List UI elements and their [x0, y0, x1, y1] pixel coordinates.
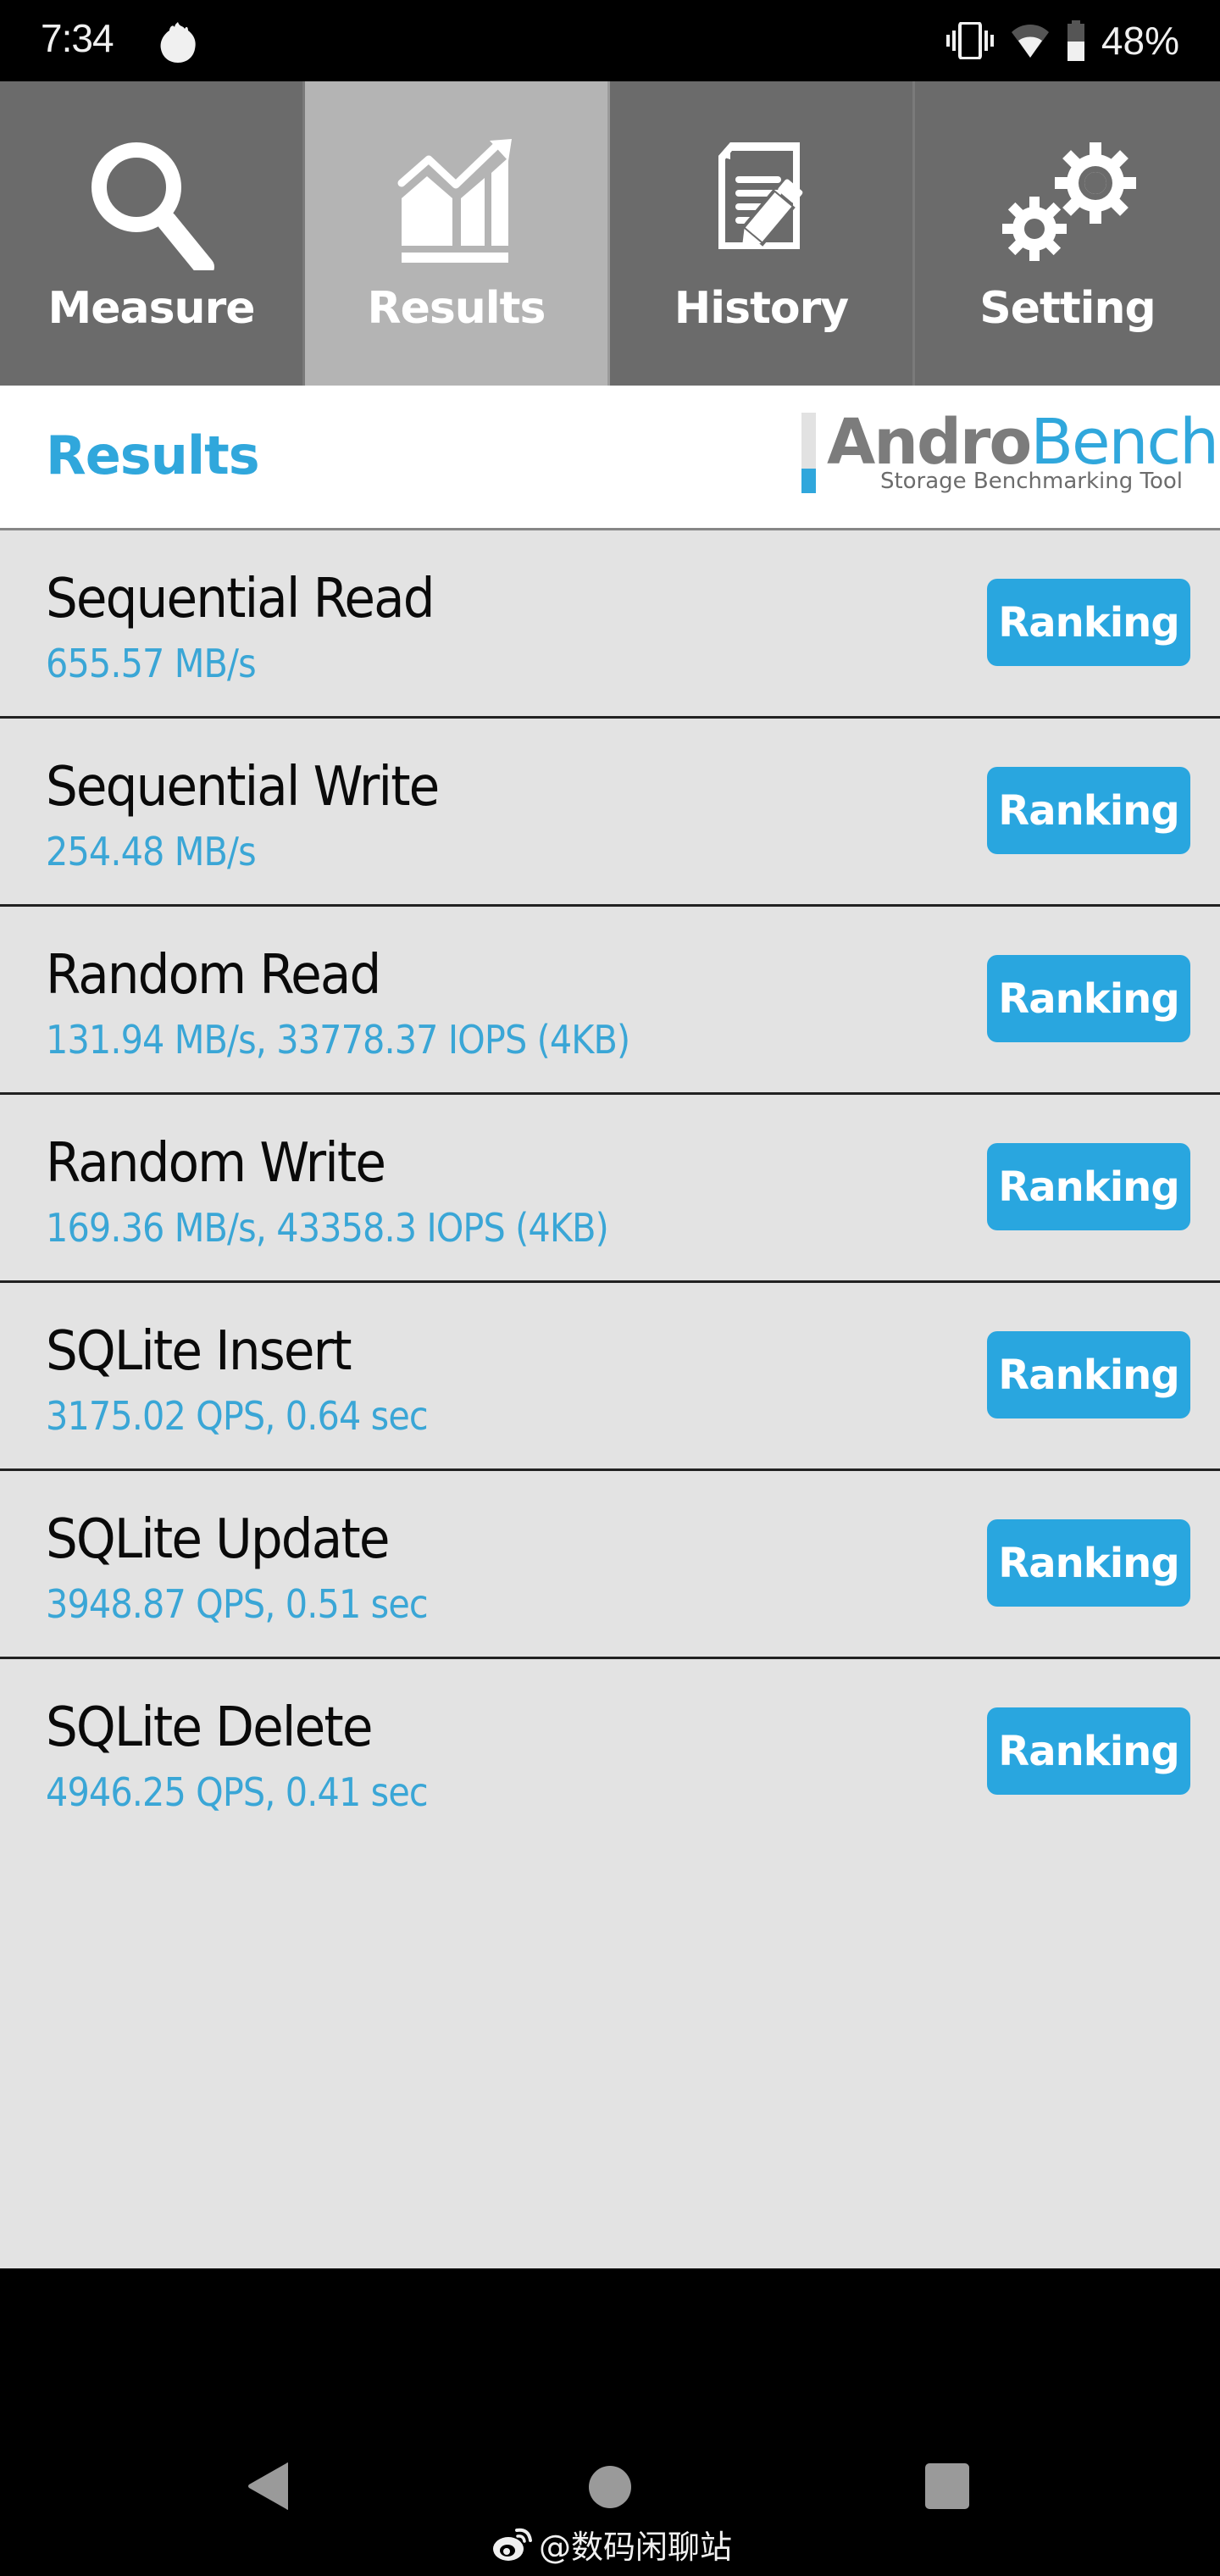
- back-icon[interactable]: [247, 2462, 290, 2511]
- logo-tagline: Storage Benchmarking Tool: [879, 469, 1183, 494]
- result-value: 4946.25 QPS, 0.41 sec: [46, 1769, 429, 1815]
- page-title: Results: [46, 425, 260, 486]
- ranking-button[interactable]: Ranking: [987, 1143, 1190, 1230]
- recents-icon[interactable]: [925, 2463, 969, 2509]
- tab-history[interactable]: History: [610, 81, 915, 386]
- status-bar: 7:34 48%: [0, 0, 1220, 81]
- results-list[interactable]: Sequential Read 655.57 MB/s Ranking Sequ…: [0, 530, 1220, 2268]
- result-name: Sequential Write: [46, 756, 440, 819]
- ranking-button[interactable]: Ranking: [987, 1519, 1190, 1607]
- result-row-sqlite-insert: SQLite Insert 3175.02 QPS, 0.64 sec Rank…: [0, 1283, 1220, 1471]
- tab-label: Results: [367, 283, 546, 334]
- home-icon[interactable]: [589, 2466, 631, 2508]
- result-row-sqlite-update: SQLite Update 3948.87 QPS, 0.51 sec Rank…: [0, 1471, 1220, 1659]
- result-row-random-read: Random Read 131.94 MB/s, 33778.37 IOPS (…: [0, 907, 1220, 1095]
- androbench-logo: AndroBench Storage Benchmarking Tool: [801, 406, 1219, 497]
- result-value: 169.36 MB/s, 43358.3 IOPS (4KB): [46, 1205, 609, 1251]
- system-nav-bar: @数码闲聊站: [0, 2268, 1220, 2576]
- battery-icon: [1067, 20, 1084, 61]
- chart-icon: [396, 139, 512, 263]
- result-name: Sequential Read: [46, 568, 435, 630]
- result-value: 131.94 MB/s, 33778.37 IOPS (4KB): [46, 1017, 630, 1063]
- watermark-text: @数码闲聊站: [539, 2528, 733, 2566]
- result-value: 655.57 MB/s: [46, 641, 257, 686]
- logo-bar-accent: [801, 469, 816, 493]
- logo-bar: [801, 413, 816, 469]
- result-name: SQLite Insert: [46, 1320, 352, 1383]
- tab-label: History: [674, 283, 849, 334]
- watermark: @数码闲聊站: [491, 2523, 733, 2566]
- status-icons: 48%: [946, 15, 1179, 66]
- result-row-sequential-write: Sequential Write 254.48 MB/s Ranking: [0, 719, 1220, 907]
- result-value: 254.48 MB/s: [46, 829, 257, 874]
- tab-setting[interactable]: Setting: [915, 81, 1220, 386]
- tab-label: Setting: [979, 283, 1156, 334]
- document-edit-icon: [718, 142, 802, 249]
- result-row-sequential-read: Sequential Read 655.57 MB/s Ranking: [0, 530, 1220, 719]
- tab-results[interactable]: Results: [305, 81, 610, 386]
- result-value: 3175.02 QPS, 0.64 sec: [46, 1393, 429, 1439]
- search-icon: [91, 142, 214, 270]
- gears-icon: [1002, 142, 1136, 261]
- flame-icon: [160, 22, 196, 63]
- weibo-icon: [493, 2528, 532, 2561]
- ranking-button[interactable]: Ranking: [987, 1331, 1190, 1418]
- result-value: 3948.87 QPS, 0.51 sec: [46, 1581, 429, 1627]
- vibrate-icon: [946, 22, 994, 59]
- result-row-random-write: Random Write 169.36 MB/s, 43358.3 IOPS (…: [0, 1095, 1220, 1283]
- ranking-button[interactable]: Ranking: [987, 955, 1190, 1042]
- ranking-button[interactable]: Ranking: [987, 1707, 1190, 1795]
- tab-label: Measure: [47, 283, 256, 334]
- tab-bar: Measure Results History Setting: [0, 81, 1220, 386]
- results-header: Results AndroBench Storage Benchmarking …: [0, 386, 1220, 528]
- result-name: SQLite Delete: [46, 1696, 373, 1759]
- result-name: Random Write: [46, 1132, 386, 1195]
- ranking-button[interactable]: Ranking: [987, 767, 1190, 854]
- tab-measure[interactable]: Measure: [0, 81, 305, 386]
- battery-percent: 48%: [1101, 19, 1179, 63]
- result-name: SQLite Update: [46, 1508, 390, 1571]
- status-time: 7:34: [41, 16, 114, 60]
- ranking-button[interactable]: Ranking: [987, 579, 1190, 666]
- result-row-sqlite-delete: SQLite Delete 4946.25 QPS, 0.41 sec Rank…: [0, 1659, 1220, 1847]
- result-name: Random Read: [46, 944, 381, 1007]
- wifi-icon: [1011, 25, 1049, 58]
